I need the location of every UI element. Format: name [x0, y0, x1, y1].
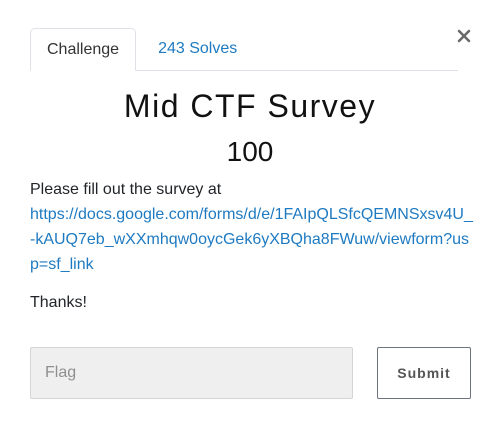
survey-link[interactable]: https://docs.google.com/forms/d/e/1FAIpQ… [30, 206, 473, 273]
challenge-modal: Challenge 243 Solves Mid CTF Survey 100 … [0, 0, 500, 443]
close-icon [457, 29, 471, 43]
description-closing: Thanks! [30, 294, 87, 311]
challenge-value: 100 [226, 136, 274, 167]
tab-challenge[interactable]: Challenge [30, 28, 137, 71]
challenge-description: Please fill out the survey at https://do… [30, 177, 475, 277]
challenge-name: Mid CTF Survey [123, 88, 377, 124]
flag-input[interactable] [30, 347, 353, 399]
close-button[interactable] [456, 28, 472, 44]
challenge-tabs: Challenge 243 Solves [30, 28, 458, 71]
tab-solves[interactable]: 243 Solves [136, 28, 253, 70]
description-text: Please fill out the survey at [30, 181, 222, 198]
submit-button[interactable]: Submit [377, 347, 471, 399]
